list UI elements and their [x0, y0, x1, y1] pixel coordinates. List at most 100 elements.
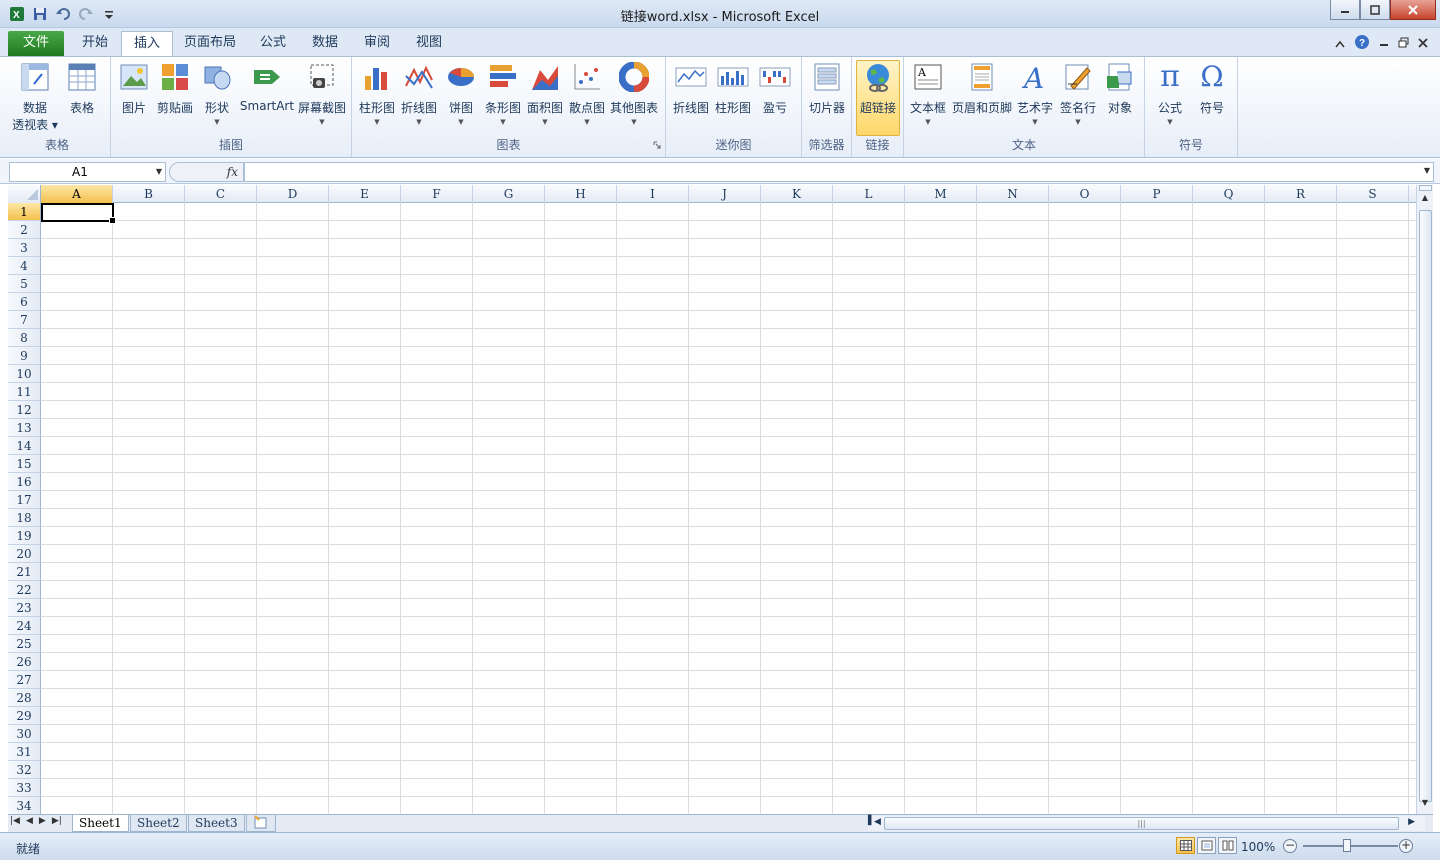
area-chart-button[interactable]: 面积图 ▼ — [524, 61, 566, 126]
sparkline-line-button[interactable]: 折线图 — [670, 61, 712, 116]
row-header[interactable]: 4 — [8, 257, 41, 275]
zoom-in-button[interactable]: + — [1399, 839, 1413, 853]
row-header[interactable]: 14 — [8, 437, 41, 455]
row-header[interactable]: 11 — [8, 383, 41, 401]
bar-chart-button[interactable]: 条形图 ▼ — [482, 61, 524, 126]
row-header[interactable]: 16 — [8, 473, 41, 491]
scroll-up-icon[interactable]: ▲ — [1417, 193, 1433, 207]
row-header[interactable]: 8 — [8, 329, 41, 347]
insert-function-icon[interactable]: fx — [227, 165, 238, 179]
split-box[interactable] — [1419, 185, 1432, 191]
column-header[interactable]: S — [1337, 185, 1409, 203]
vertical-scrollbar[interactable]: ▲ ▼ — [1416, 185, 1433, 814]
zoom-out-button[interactable]: − — [1283, 839, 1297, 853]
wordart-button[interactable]: A 艺术字 ▼ — [1014, 61, 1056, 126]
row-header[interactable]: 21 — [8, 563, 41, 581]
row-header[interactable]: 1 — [8, 203, 41, 221]
column-header[interactable]: K — [761, 185, 833, 203]
column-header[interactable]: H — [545, 185, 617, 203]
signature-line-button[interactable]: 签名行 ▼ — [1056, 61, 1100, 126]
column-header[interactable]: R — [1265, 185, 1337, 203]
equation-button[interactable]: π 公式 ▼ — [1149, 61, 1191, 127]
row-header[interactable]: 30 — [8, 725, 41, 743]
row-header[interactable]: 24 — [8, 617, 41, 635]
row-header[interactable]: 3 — [8, 239, 41, 257]
row-header[interactable]: 34 — [8, 797, 41, 814]
row-header[interactable]: 32 — [8, 761, 41, 779]
tab-insert[interactable]: 插入 — [121, 31, 174, 57]
tab-formulas[interactable]: 公式 — [248, 31, 298, 56]
scroll-right-icon[interactable]: ▶ — [1408, 817, 1415, 827]
doc-minimize-icon[interactable] — [1379, 37, 1389, 51]
prev-sheet-icon[interactable]: ◀ — [26, 816, 33, 826]
row-header[interactable]: 27 — [8, 671, 41, 689]
restore-button[interactable] — [1360, 0, 1390, 20]
row-header[interactable]: 17 — [8, 491, 41, 509]
zoom-slider-thumb[interactable] — [1343, 839, 1351, 852]
column-header[interactable]: I — [617, 185, 689, 203]
column-chart-button[interactable]: 柱形图 ▼ — [356, 61, 398, 126]
row-header[interactable]: 26 — [8, 653, 41, 671]
column-header[interactable]: M — [905, 185, 977, 203]
column-header[interactable]: Q — [1193, 185, 1265, 203]
name-box[interactable]: A1 ▼ — [9, 162, 166, 182]
pivottable-button[interactable]: 数据 透视表 ▾ — [10, 61, 60, 133]
tab-view[interactable]: 视图 — [404, 31, 454, 56]
line-chart-button[interactable]: 折线图 ▼ — [398, 61, 440, 126]
row-header[interactable]: 15 — [8, 455, 41, 473]
row-header[interactable]: 28 — [8, 689, 41, 707]
tab-page-layout[interactable]: 页面布局 — [172, 31, 248, 56]
object-button[interactable]: 对象 — [1100, 61, 1140, 116]
column-header[interactable]: B — [113, 185, 185, 203]
page-layout-view-button[interactable] — [1197, 837, 1216, 854]
insert-sheet-button[interactable] — [246, 815, 276, 832]
table-button[interactable]: 表格 — [62, 61, 102, 116]
row-header[interactable]: 10 — [8, 365, 41, 383]
row-header[interactable]: 18 — [8, 509, 41, 527]
vertical-scroll-thumb[interactable] — [1419, 210, 1432, 802]
column-header[interactable]: E — [329, 185, 401, 203]
other-charts-button[interactable]: 其他图表 ▼ — [608, 61, 660, 126]
column-header[interactable]: A — [41, 185, 113, 203]
sheet-tab-1[interactable]: Sheet1 — [72, 815, 129, 832]
row-header[interactable]: 22 — [8, 581, 41, 599]
active-cell[interactable] — [41, 203, 116, 224]
column-header[interactable]: C — [185, 185, 257, 203]
page-break-view-button[interactable] — [1218, 837, 1237, 854]
sheet-tab-2[interactable]: Sheet2 — [130, 815, 187, 832]
row-header[interactable]: 12 — [8, 401, 41, 419]
slicer-button[interactable]: 切片器 — [804, 61, 850, 116]
select-all-corner[interactable] — [8, 185, 41, 203]
tab-data[interactable]: 数据 — [300, 31, 350, 56]
pie-chart-button[interactable]: 饼图 ▼ — [440, 61, 482, 126]
cell-area[interactable] — [41, 203, 1416, 814]
column-header[interactable]: O — [1049, 185, 1121, 203]
dialog-launcher-icon[interactable] — [653, 138, 661, 152]
column-header[interactable]: L — [833, 185, 905, 203]
row-header[interactable]: 13 — [8, 419, 41, 437]
column-header[interactable]: N — [977, 185, 1049, 203]
row-header[interactable]: 9 — [8, 347, 41, 365]
sheet-tab-3[interactable]: Sheet3 — [188, 815, 245, 832]
row-header[interactable]: 6 — [8, 293, 41, 311]
help-icon[interactable]: ? — [1354, 34, 1370, 53]
expand-formula-icon[interactable]: ▼ — [1424, 166, 1430, 175]
zoom-level[interactable]: 100% — [1241, 840, 1275, 854]
row-header[interactable]: 31 — [8, 743, 41, 761]
scroll-down-icon[interactable]: ▼ — [1417, 798, 1433, 812]
column-header[interactable]: G — [473, 185, 545, 203]
doc-close-icon[interactable] — [1418, 37, 1428, 51]
next-sheet-icon[interactable]: ▶ — [39, 816, 46, 826]
row-header[interactable]: 20 — [8, 545, 41, 563]
column-header[interactable]: F — [401, 185, 473, 203]
hyperlink-button[interactable]: 超链接 — [856, 60, 900, 136]
horizontal-scroll-thumb[interactable]: ||| — [884, 817, 1399, 830]
row-header[interactable]: 23 — [8, 599, 41, 617]
row-header[interactable]: 25 — [8, 635, 41, 653]
row-header[interactable]: 33 — [8, 779, 41, 797]
column-header[interactable]: D — [257, 185, 329, 203]
doc-restore-icon[interactable] — [1398, 37, 1409, 51]
textbox-button[interactable]: A 文本框 ▼ — [906, 61, 950, 126]
tab-file[interactable]: 文件 — [8, 31, 64, 56]
screenshot-button[interactable]: 屏幕截图 ▼ — [297, 61, 347, 126]
